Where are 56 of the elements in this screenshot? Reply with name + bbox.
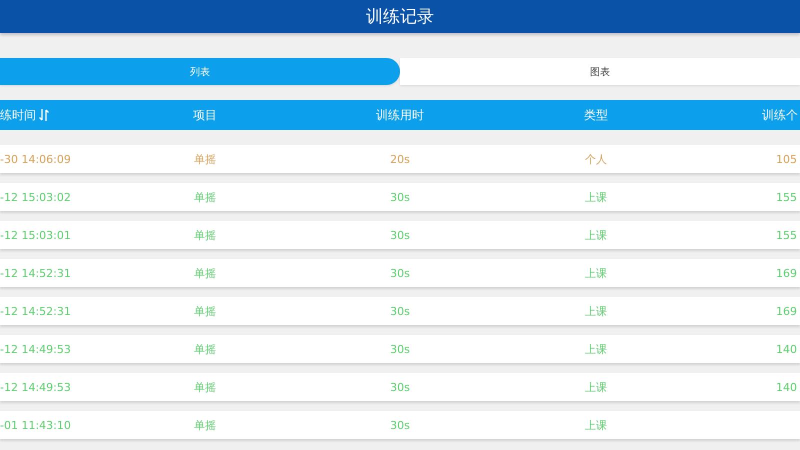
page-title: 训练记录 [366, 6, 434, 28]
table-cell-text: 上课 [584, 190, 608, 204]
column-header: 项目 [192, 106, 218, 124]
table-cell-text: 105 [775, 152, 798, 166]
tab[interactable]: 图表 [400, 58, 800, 85]
table-cell-text: 单摇 [193, 418, 217, 432]
column-header: 类型 [583, 106, 609, 124]
table-cell-text: 155 [775, 228, 798, 242]
table-cell-text: 单摇 [193, 228, 217, 242]
table-cell-text: 30s [389, 380, 411, 394]
table-cell-text: 上课 [584, 342, 608, 356]
table-cell-text: 30s [389, 304, 411, 318]
table-row[interactable]: -12 14:52:31 单摇 30s 上课 169 [0, 259, 800, 287]
table-cell-text: 140 [775, 342, 798, 356]
sort-icon[interactable] [39, 109, 49, 121]
table-cell-text: -30 14:06:09 [0, 152, 72, 166]
table-row[interactable]: -12 14:52:31 单摇 30s 上课 169 [0, 297, 800, 325]
table-cell-text: -12 14:52:31 [0, 266, 72, 280]
column-header: 训练个 [761, 106, 799, 124]
table-cell-text: 30s [389, 266, 411, 280]
table-cell-text: 上课 [584, 266, 608, 280]
table-cell-text: 上课 [584, 304, 608, 318]
table-row[interactable]: -12 15:03:01 单摇 30s 上课 155 [0, 221, 800, 249]
table-cell-text: 169 [775, 304, 798, 318]
table-cell-text: -12 14:49:53 [0, 342, 72, 356]
table-cell-text: -12 15:03:02 [0, 190, 72, 204]
table-cell-text: 30s [389, 228, 411, 242]
table-cell-text: 单摇 [193, 152, 217, 166]
table-cell-text: 155 [775, 190, 798, 204]
table-cell-text: 30s [389, 342, 411, 356]
column-header[interactable]: 练时间 [0, 106, 110, 124]
table-cell-text: 单摇 [193, 266, 217, 280]
table-cell-text: -12 15:03:01 [0, 228, 72, 242]
table-cell-text: 个人 [584, 152, 608, 166]
table-row[interactable]: -12 14:49:53 单摇 30s 上课 140 [0, 373, 800, 401]
table-cell-text: 单摇 [193, 342, 217, 356]
table-row[interactable]: -12 14:49:53 单摇 30s 上课 140 [0, 335, 800, 363]
table-cell-text: 上课 [584, 418, 608, 432]
column-header: 训练用时 [375, 106, 425, 124]
table-cell-text: 169 [775, 266, 798, 280]
table-cell-text: 单摇 [193, 304, 217, 318]
table-cell-text: 30s [389, 190, 411, 204]
table-cell-text: 140 [775, 380, 798, 394]
table-cell-text: 上课 [584, 228, 608, 242]
table-cell-text: 单摇 [193, 190, 217, 204]
table-cell-text: -01 11:43:10 [0, 418, 72, 432]
tab[interactable]: 列表 [0, 58, 400, 85]
table-cell-text: 上课 [584, 380, 608, 394]
table-cell-text: -12 14:52:31 [0, 304, 72, 318]
table-row[interactable]: -01 11:43:10 单摇 30s 上课 [0, 411, 800, 439]
table-row[interactable]: -12 15:03:02 单摇 30s 上课 155 [0, 183, 800, 211]
table-cell-text: 单摇 [193, 380, 217, 394]
table-cell-text: 20s [389, 152, 411, 166]
table-cell-text: -12 14:49:53 [0, 380, 72, 394]
table-row[interactable]: -30 14:06:09 单摇 20s 个人 105 [0, 145, 800, 173]
table-cell-text: 30s [389, 418, 411, 432]
